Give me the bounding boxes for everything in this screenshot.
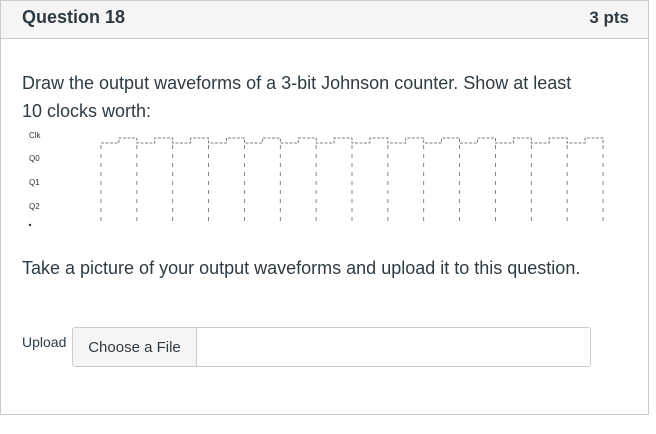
clock-waveform [101,137,604,144]
signal-label-clk: Clk [29,131,42,140]
signal-label-q0: Q0 [29,154,40,163]
upload-label: Upload [22,334,67,350]
prompt-line-2: 10 clocks worth: [22,101,152,121]
signal-label-q1: Q1 [29,178,40,187]
question-card: Question 18 3 pts Draw the output wavefo… [0,0,649,415]
question-title: Question 18 [22,7,126,27]
prompt-line-1: Draw the output waveforms of a 3-bit Joh… [22,73,572,93]
waveform-diagram: Clk Q0 Q1 Q2 [28,131,604,227]
marker-dot [28,223,32,227]
question-header: Question 18 3 pts [1,1,648,39]
choose-file-button[interactable]: Choose a File [73,328,197,366]
upload-instruction: Take a picture of your output waveforms … [22,258,581,278]
signal-label-q2: Q2 [29,202,40,211]
file-upload-field[interactable]: Choose a File [72,327,591,367]
question-points: 3 pts [589,8,629,27]
question-prompt: Draw the output waveforms of a 3-bit Joh… [22,69,622,125]
